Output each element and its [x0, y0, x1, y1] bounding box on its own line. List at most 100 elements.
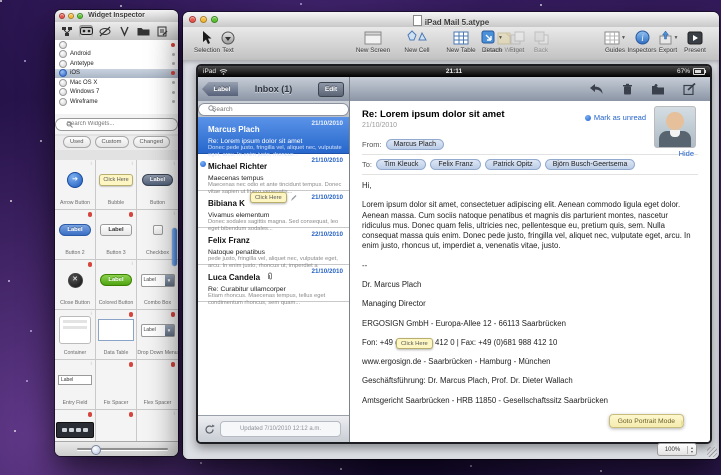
- mail-list-header: Label Inbox (1) Edit: [198, 77, 349, 102]
- widget-cell-container[interactable]: ⁝ Container: [55, 310, 95, 359]
- hide-widget-icon[interactable]: [98, 25, 112, 38]
- export-icon: [658, 30, 673, 45]
- hide-link[interactable]: Hide: [679, 149, 694, 158]
- message-date: 21/10/2010: [362, 122, 698, 129]
- pen-tool-icon[interactable]: [117, 25, 131, 38]
- platform-item-ios[interactable]: iOS: [55, 69, 178, 79]
- widget-cell-button-3[interactable]: Label Button 3: [96, 210, 136, 259]
- mail-item-marcus-plach[interactable]: Marcus Plach 21/10/2010 Re: Lorem ipsum …: [198, 117, 349, 154]
- widget-cell-button[interactable]: ⁝ Label Button: [137, 160, 178, 209]
- resize-grip[interactable]: [707, 447, 717, 457]
- mail-search-input[interactable]: [198, 103, 349, 116]
- move-to-folder-icon[interactable]: [651, 84, 665, 95]
- to-row: To: Tim Kleuck Felix Franz Patrick Opitz…: [362, 159, 698, 170]
- combo-arrow-icon: ▼: [165, 325, 174, 336]
- trash-icon[interactable]: [622, 83, 633, 95]
- mail-search-row: [198, 101, 349, 118]
- body-paragraph: Lorem ipsum dolor sit amet, consectetuer…: [362, 200, 698, 251]
- compose-icon[interactable]: [683, 83, 696, 95]
- widget-filters: Used Custom Changed: [55, 136, 178, 150]
- platform-ball-icon: [59, 88, 67, 96]
- send-back-icon: [534, 31, 549, 45]
- main-titlebar[interactable]: iPad Mail 5.atype: [183, 12, 719, 28]
- click-here-annotation[interactable]: Click Here: [396, 338, 433, 349]
- stars: [0, 0, 2, 2]
- toolbar-new-cell[interactable]: New Cell: [395, 29, 439, 54]
- toolbar-text-tool[interactable]: Text: [206, 29, 250, 54]
- recipient-pill[interactable]: Patrick Opitz: [485, 159, 541, 170]
- from-row: From: Marcus Plach Hide: [362, 139, 646, 150]
- zoom-stepper[interactable]: ▲▼: [687, 446, 696, 454]
- canvas-zoom-control[interactable]: 100% ▲▼: [657, 443, 697, 456]
- widget-cell[interactable]: [96, 410, 136, 442]
- mail-item-bibiana[interactable]: Bibiana K Click Here 21/10/2010 Vivamus …: [198, 191, 349, 228]
- widget-cell-keyboard[interactable]: [55, 410, 95, 442]
- mail-item-michael-richter[interactable]: Michael Richter 21/10/2010 Maecenas temp…: [198, 154, 349, 191]
- guides-icon: [604, 31, 620, 45]
- widget-cell-flex-spacer[interactable]: Flex Spacer: [137, 360, 178, 409]
- platform-item-macosx[interactable]: Mac OS X: [55, 78, 178, 88]
- widget-cell-data-table[interactable]: Data Table: [96, 310, 136, 359]
- message-content: Re: Lorem ipsum dolor sit amet 21/10/201…: [350, 101, 710, 442]
- mark-as-unread-link[interactable]: Mark as unread: [585, 113, 646, 122]
- design-canvas[interactable]: iPad 21:11 67% Label Inbox (1) Edit: [183, 60, 719, 459]
- recipient-pill[interactable]: Tim Kleuck: [376, 159, 426, 170]
- message-subject: Re: Lorem ipsum dolor sit amet: [362, 109, 698, 120]
- platform-item-wireframe[interactable]: Wireframe: [55, 97, 178, 107]
- click-here-annotation[interactable]: Click Here: [250, 192, 287, 203]
- widget-cell-drop-down-menu[interactable]: Label▼ Drop Down Menu: [137, 310, 178, 359]
- edit-document-icon[interactable]: [155, 25, 169, 38]
- widget-cell-bubble[interactable]: ⁝ Click Here Bubble: [96, 160, 136, 209]
- platform-ball-icon: [59, 79, 67, 87]
- greeting: Hi,: [362, 181, 698, 191]
- screen-widgets-icon[interactable]: [79, 25, 93, 38]
- toolbar-present[interactable]: Present: [673, 29, 717, 54]
- widget-cell-entry-field[interactable]: ⁝ Label Entry Field: [55, 360, 95, 409]
- vertical-scrollbar-thumb[interactable]: [172, 228, 177, 266]
- zoom-slider-knob[interactable]: [91, 445, 101, 455]
- filter-changed-button[interactable]: Changed: [133, 136, 171, 148]
- ipad-status-bar: iPad 21:11 67%: [198, 66, 710, 77]
- recipient-pill[interactable]: Björn Busch-Geertsema: [545, 159, 636, 170]
- widget-search-input[interactable]: [55, 118, 178, 131]
- add-platform-row[interactable]: [55, 40, 178, 50]
- mail-item-luca-candela[interactable]: Luca Candela 21/10/2010 Re: Curabitur ul…: [198, 265, 349, 302]
- zoom-slider-track[interactable]: [77, 448, 168, 450]
- from-pill[interactable]: Marcus Plach: [386, 139, 444, 150]
- search-icon: [66, 121, 73, 128]
- platform-ball-icon: [59, 98, 67, 106]
- library-folder-icon[interactable]: [136, 25, 150, 38]
- goto-portrait-mode-annotation[interactable]: Goto Portrait Mode: [609, 414, 684, 428]
- platform-item-android[interactable]: Android: [55, 50, 178, 60]
- mail-item-felix-franz[interactable]: Felix Franz 22/10/2010 Natoque penatibus…: [198, 228, 349, 265]
- checkbox-preview-icon: [153, 225, 163, 235]
- widget-cell-fix-spacer[interactable]: Fix Spacer: [96, 360, 136, 409]
- widget-cell-arrow-button[interactable]: ⁝ ➔ Arrow Button: [55, 160, 95, 209]
- filter-used-button[interactable]: Used: [63, 136, 91, 148]
- updated-status: Updated 7/10/2010 12:12 a.m.: [220, 421, 341, 437]
- recipient-pill[interactable]: Felix Franz: [430, 159, 481, 170]
- widget-cell-button-2[interactable]: Label Button 2: [55, 210, 95, 259]
- platform-item-windows7[interactable]: Windows 7: [55, 88, 178, 98]
- present-icon: [687, 31, 703, 45]
- signature-name: Dr. Marcus Plach: [362, 280, 698, 290]
- sender-avatar: [654, 106, 696, 148]
- to-label: To:: [362, 160, 372, 169]
- annotation-pencil-icon: [290, 194, 297, 202]
- unread-dot-icon: [200, 161, 206, 167]
- add-icon: [59, 41, 67, 49]
- widget-graph-icon[interactable]: [60, 25, 74, 38]
- filter-custom-button[interactable]: Custom: [95, 136, 129, 148]
- widget-cell-close-button[interactable]: ✕ Close Button: [55, 260, 95, 309]
- refresh-icon[interactable]: [204, 424, 215, 435]
- unread-dot-icon: [585, 115, 591, 121]
- platform-item-antetype[interactable]: Antetype: [55, 59, 178, 69]
- widget-cell-combo-box[interactable]: ⁝ Label▼ Combo Box: [137, 260, 178, 309]
- widget-cell[interactable]: ⁝: [137, 410, 178, 442]
- toolbar-new-screen[interactable]: New Screen: [351, 29, 395, 54]
- reply-icon[interactable]: [589, 83, 604, 95]
- platform-ball-icon: [59, 50, 67, 58]
- widget-cell-colored-button[interactable]: ⁝ Label Colored Button: [96, 260, 136, 309]
- battery-icon: [693, 68, 705, 75]
- close-button-preview-icon: ✕: [68, 273, 83, 288]
